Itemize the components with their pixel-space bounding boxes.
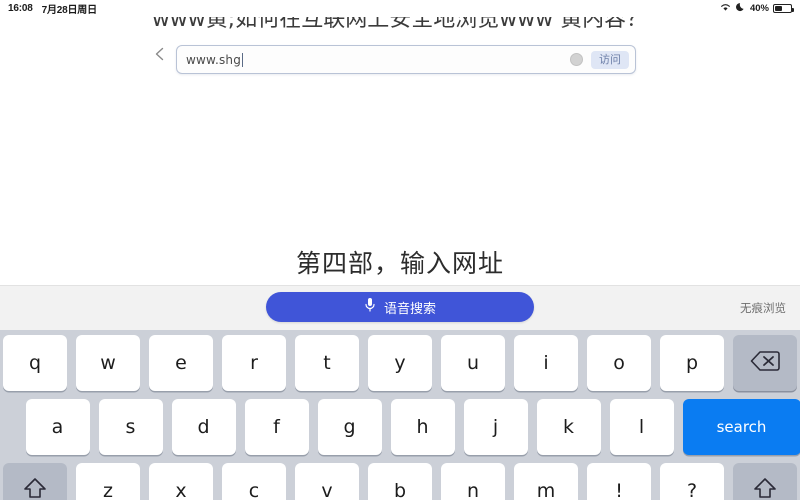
keyboard-row-3: z x c v b n m!? [0, 463, 800, 500]
clear-circle-icon[interactable] [570, 53, 583, 66]
wifi-icon [719, 2, 732, 15]
key-v[interactable]: v [295, 463, 359, 500]
key-s[interactable]: s [98, 399, 163, 455]
browser-top-bar: www.shg 访问 [0, 18, 800, 74]
keyboard-row-2: a s d f g h j k l search [0, 399, 800, 455]
key-backspace[interactable] [733, 335, 797, 391]
key-t[interactable]: t [295, 335, 359, 391]
key-n[interactable]: n [441, 463, 505, 500]
key-search[interactable]: search [682, 399, 800, 455]
key-shift-left[interactable] [3, 463, 67, 500]
keyboard-row-1: qwertyuiop [0, 335, 800, 391]
key-![interactable]: ! [587, 463, 651, 500]
key-j[interactable]: j [463, 399, 528, 455]
battery-icon [773, 4, 794, 13]
status-date: 7月28日周日 [41, 5, 97, 16]
status-bar-left: 16:08 7月28日周日 [8, 1, 97, 16]
text-caret [242, 52, 244, 67]
key-h[interactable]: h [390, 399, 455, 455]
address-input[interactable]: www.shg [186, 53, 241, 67]
key-i[interactable]: i [514, 335, 578, 391]
status-bar-right: 40% [719, 2, 794, 15]
key-r[interactable]: r [222, 335, 286, 391]
key-g[interactable]: g [317, 399, 382, 455]
key-b[interactable]: b [368, 463, 432, 500]
page-caption: 第四部，输入网址 [295, 249, 504, 278]
battery-percent: 40% [749, 3, 769, 14]
key-y[interactable]: y [368, 335, 432, 391]
voice-search-label: 语音搜索 [383, 301, 436, 317]
crescent-moon-icon [736, 2, 746, 15]
key-?[interactable]: ? [660, 463, 724, 500]
key-shift-right[interactable] [733, 463, 797, 500]
key-k[interactable]: k [536, 399, 601, 455]
key-a[interactable]: a [25, 399, 90, 455]
key-o[interactable]: o [587, 335, 651, 391]
address-bar[interactable]: www.shg 访问 [176, 45, 636, 74]
backspace-icon [750, 350, 780, 377]
key-c[interactable]: c [222, 463, 286, 500]
visit-button[interactable]: 访问 [591, 50, 629, 69]
microphone-icon [364, 297, 376, 317]
incognito-label[interactable]: 无痕浏览 [740, 300, 786, 316]
key-w[interactable]: w [76, 335, 140, 391]
shift-up-arrow-icon [23, 477, 47, 500]
key-e[interactable]: e [149, 335, 213, 391]
key-z[interactable]: z [76, 463, 140, 500]
key-m[interactable]: m [514, 463, 578, 500]
toolbar-band: 语音搜索 无痕浏览 [0, 285, 800, 331]
voice-search-button[interactable]: 语音搜索 [266, 292, 534, 322]
key-d[interactable]: d [171, 399, 236, 455]
shift-up-arrow-icon [753, 477, 777, 500]
status-time: 16:08 [8, 3, 33, 14]
key-x[interactable]: x [149, 463, 213, 500]
key-l[interactable]: l [609, 399, 674, 455]
on-screen-keyboard: qwertyuiop a s d f g h j k l search z x c v b n m!? [0, 330, 800, 500]
back-chevron-icon[interactable] [152, 46, 168, 62]
key-p[interactable]: p [660, 335, 724, 391]
key-q[interactable]: q [3, 335, 67, 391]
key-f[interactable]: f [244, 399, 309, 455]
key-u[interactable]: u [441, 335, 505, 391]
battery-fill [775, 6, 782, 11]
status-bar: 16:08 7月28日周日 40% [0, 0, 800, 17]
